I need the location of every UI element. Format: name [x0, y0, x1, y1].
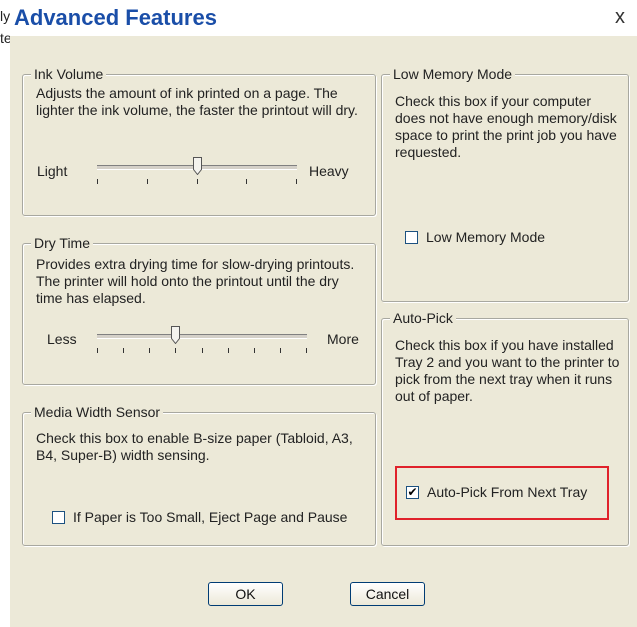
- media-width-description-line: B4, Super-B) width sensing.: [36, 447, 210, 463]
- low-memory-description-line: space to print the print job you have: [395, 127, 617, 143]
- low-memory-description: Check this box if your computer does not…: [395, 93, 617, 161]
- dry-time-slider-tick: [254, 348, 255, 353]
- low-memory-description-line: requested.: [395, 144, 462, 160]
- low-memory-description-line: does not have enough memory/disk: [395, 110, 617, 126]
- ink-volume-description: Adjusts the amount of ink printed on a p…: [36, 85, 358, 119]
- dry-time-slider-tick: [123, 348, 124, 353]
- dry-time-slider-tick: [202, 348, 203, 353]
- ink-volume-slider-tick: [197, 179, 198, 184]
- dry-time-description-line: The printer will hold onto the printout …: [36, 273, 339, 289]
- cancel-button[interactable]: Cancel: [350, 582, 425, 606]
- auto-pick-group: Auto-Pick Check this box if you have ins…: [381, 310, 629, 546]
- eject-page-pause-label: If Paper is Too Small, Eject Page and Pa…: [73, 509, 348, 525]
- dry-time-slider-thumb[interactable]: [171, 326, 180, 344]
- low-memory-description-line: Check this box if your computer: [395, 93, 592, 109]
- background-text-fragment-1: ly: [0, 8, 11, 24]
- eject-page-pause-checkbox-row[interactable]: If Paper is Too Small, Eject Page and Pa…: [52, 509, 347, 525]
- ink-volume-slider-thumb[interactable]: [193, 157, 202, 175]
- title-bar: Advanced Features x: [10, 0, 637, 36]
- dialog-title: Advanced Features: [14, 5, 217, 30]
- dry-time-max-label: More: [327, 331, 359, 347]
- dry-time-description-line: time has elapsed.: [36, 290, 146, 306]
- dry-time-group: Dry Time Provides extra drying time for …: [22, 235, 376, 385]
- auto-pick-checkbox-row[interactable]: ✔ Auto-Pick From Next Tray: [406, 484, 587, 500]
- ink-volume-min-label: Light: [37, 163, 68, 179]
- dry-time-slider-tick: [97, 348, 98, 353]
- auto-pick-description-line: Check this box if you have installed: [395, 337, 614, 353]
- auto-pick-group-label: Auto-Pick: [390, 310, 456, 326]
- low-memory-mode-group: Low Memory Mode Check this box if your c…: [381, 66, 629, 302]
- low-memory-checkbox[interactable]: [405, 230, 418, 244]
- dry-time-slider[interactable]: [97, 326, 307, 356]
- advanced-features-dialog: Advanced Features x Ink Volume Adjusts t…: [10, 0, 637, 627]
- ink-volume-description-line: Adjusts the amount of ink printed on a p…: [36, 85, 338, 101]
- ink-volume-slider-tick: [296, 179, 297, 184]
- auto-pick-description-line: out of paper.: [395, 388, 473, 404]
- ok-button[interactable]: OK: [208, 582, 283, 606]
- dry-time-min-label: Less: [47, 331, 77, 347]
- media-width-sensor-group-label: Media Width Sensor: [31, 404, 164, 420]
- auto-pick-checkbox[interactable]: ✔: [406, 485, 419, 499]
- ink-volume-slider[interactable]: [97, 157, 297, 187]
- dry-time-slider-track: [97, 334, 307, 339]
- media-width-description-line: Check this box to enable B-size paper (T…: [36, 430, 353, 446]
- low-memory-mode-group-label: Low Memory Mode: [390, 66, 516, 82]
- low-memory-checkbox-label: Low Memory Mode: [426, 229, 546, 245]
- auto-pick-description: Check this box if you have installed Tra…: [395, 337, 619, 405]
- auto-pick-description-line: Tray 2 and you want to the printer to: [395, 354, 620, 370]
- ink-volume-group-label: Ink Volume: [31, 66, 107, 82]
- close-icon[interactable]: x: [609, 6, 631, 28]
- ink-volume-slider-tick: [147, 179, 148, 184]
- media-width-sensor-group: Media Width Sensor Check this box to ena…: [22, 404, 376, 546]
- media-width-sensor-description: Check this box to enable B-size paper (T…: [36, 430, 353, 464]
- ink-volume-max-label: Heavy: [309, 163, 349, 179]
- auto-pick-checkbox-label: Auto-Pick From Next Tray: [427, 484, 588, 500]
- dry-time-slider-tick: [306, 348, 307, 353]
- eject-page-pause-checkbox[interactable]: [52, 510, 65, 524]
- dry-time-slider-tick: [149, 348, 150, 353]
- low-memory-checkbox-row[interactable]: Low Memory Mode: [405, 229, 545, 245]
- auto-pick-description-line: pick from the next tray when it runs: [395, 371, 613, 387]
- dry-time-slider-tick: [228, 348, 229, 353]
- dry-time-slider-tick: [175, 348, 176, 353]
- dry-time-description: Provides extra drying time for slow-dryi…: [36, 256, 354, 307]
- ink-volume-group: Ink Volume Adjusts the amount of ink pri…: [22, 66, 376, 216]
- dry-time-group-label: Dry Time: [31, 235, 93, 251]
- ink-volume-slider-tick: [246, 179, 247, 184]
- ink-volume-slider-tick: [97, 179, 98, 184]
- dry-time-slider-tick: [280, 348, 281, 353]
- dry-time-description-line: Provides extra drying time for slow-dryi…: [36, 256, 355, 272]
- ink-volume-description-line: lighter the ink volume, the faster the p…: [36, 102, 358, 118]
